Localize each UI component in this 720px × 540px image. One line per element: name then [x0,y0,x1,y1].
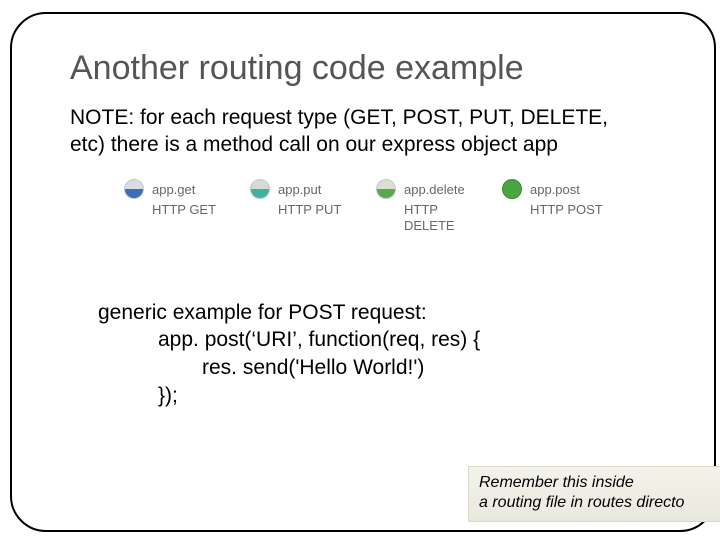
legend-circle-icon [376,179,396,199]
method-row: app.put [250,179,348,199]
legend-circle-icon [124,179,144,199]
method-item: app.delete HTTPDELETE [376,179,474,235]
slide-card: Another routing code example NOTE: for e… [10,12,716,532]
slide-title: Another routing code example [70,50,686,87]
example-line: app. post(‘URI’, function(req, res) { [158,326,686,354]
note-text: NOTE: for each request type (GET, POST, … [70,105,630,159]
method-name: app.delete [404,182,465,197]
method-row: app.delete [376,179,474,199]
method-legend: app.get HTTP GET app.put HTTP PUT app.de… [124,179,686,235]
method-item: app.put HTTP PUT [250,179,348,235]
http-label: HTTP GET [152,202,222,218]
http-label: HTTP PUT [278,202,348,218]
http-label: HTTPDELETE [404,202,474,235]
method-row: app.post [502,179,603,199]
method-item: app.post HTTP POST [502,179,603,235]
http-label: HTTP POST [530,202,603,218]
method-name: app.get [152,182,195,197]
legend-circle-icon [502,179,522,199]
method-item: app.get HTTP GET [124,179,222,235]
example-line: res. send('Hello World!') [202,354,686,382]
remember-note: Remember this insidea routing file in ro… [468,466,720,522]
example-heading: generic example for POST request: [98,299,686,327]
example-line: }); [158,382,686,410]
method-name: app.put [278,182,321,197]
legend-circle-icon [250,179,270,199]
method-row: app.get [124,179,222,199]
code-example: generic example for POST request: app. p… [98,299,686,410]
method-name: app.post [530,182,580,197]
